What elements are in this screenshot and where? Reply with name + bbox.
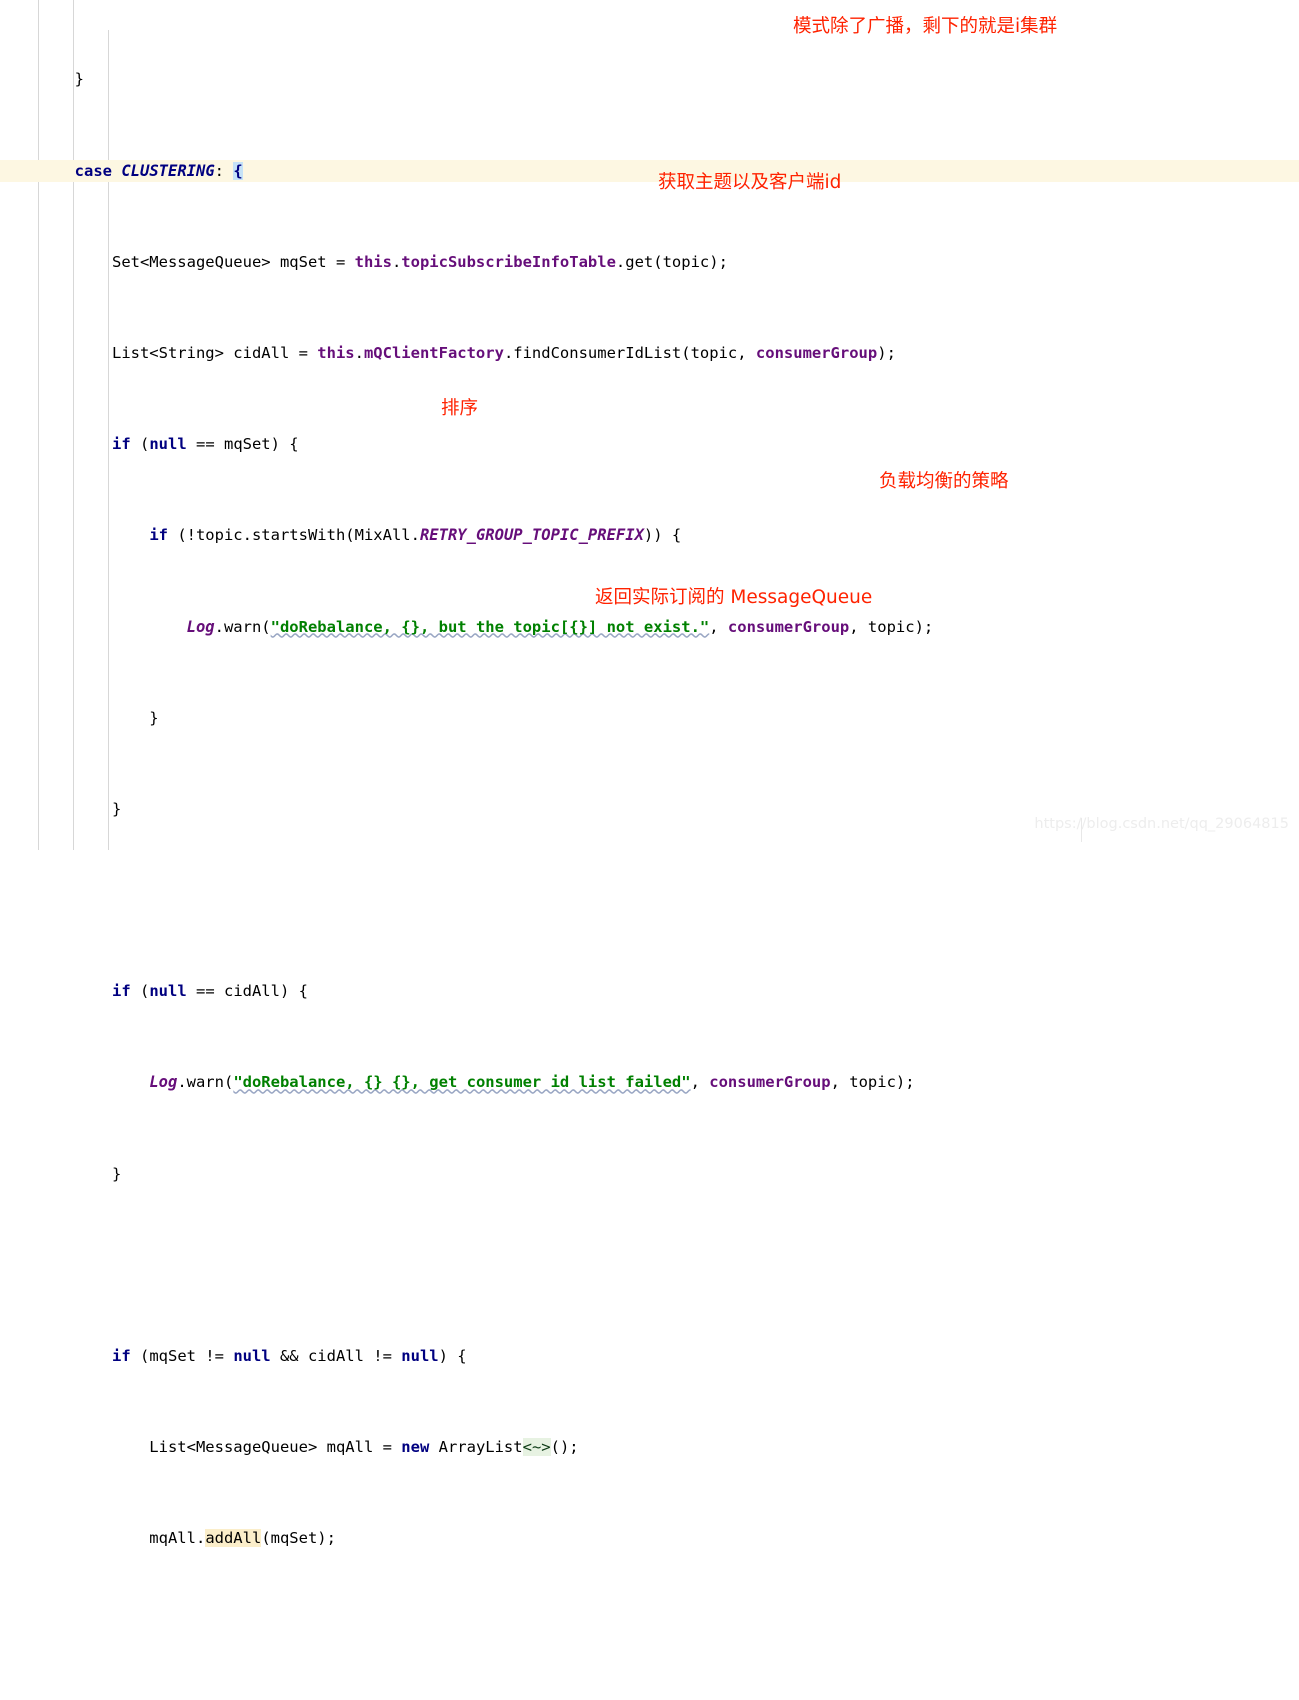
- code-line[interactable]: [0, 889, 1299, 912]
- code-line[interactable]: List<String> cidAll = this.mQClientFacto…: [0, 342, 1299, 365]
- type-inference-hint: <~>: [522, 1438, 551, 1457]
- code-line[interactable]: if (mqSet != null && cidAll != null) {: [0, 1345, 1299, 1368]
- annotation-clustering-mode: 模式除了广播，剩下的就是i集群: [793, 16, 1058, 37]
- code-line[interactable]: List<MessageQueue> mqAll = new ArrayList…: [0, 1436, 1299, 1459]
- annotation-sort: 排序: [441, 398, 479, 419]
- cursor-selection: {: [233, 161, 243, 180]
- code-line[interactable]: Set<MessageQueue> mqSet = this.topicSubs…: [0, 251, 1299, 274]
- annotation-load-balance-strategy: 负载均衡的策略: [879, 471, 1009, 492]
- code-line[interactable]: [0, 1619, 1299, 1642]
- code-content[interactable]: } case CLUSTERING: { Set<MessageQueue> m…: [0, 0, 1299, 1700]
- code-line[interactable]: if (null == mqSet) {: [0, 433, 1299, 456]
- code-line[interactable]: Log.warn("doRebalance, {} {}, get consum…: [0, 1071, 1299, 1094]
- code-line[interactable]: if (!topic.startsWith(MixAll.RETRY_GROUP…: [0, 524, 1299, 547]
- code-line[interactable]: }: [0, 68, 1299, 91]
- code-line[interactable]: Log.warn("doRebalance, {}, but the topic…: [0, 616, 1299, 639]
- code-line[interactable]: }: [0, 707, 1299, 730]
- code-line[interactable]: mqAll.addAll(mqSet);: [0, 1527, 1299, 1550]
- code-line[interactable]: }: [0, 1163, 1299, 1186]
- code-line-case-clustering[interactable]: case CLUSTERING: {: [0, 159, 1299, 183]
- code-editor[interactable]: } case CLUSTERING: { Set<MessageQueue> m…: [0, 0, 1299, 1548]
- annotation-get-topic-and-client-id: 获取主题以及客户端id: [658, 172, 842, 193]
- code-line[interactable]: if (null == cidAll) {: [0, 980, 1299, 1003]
- annotation-return-subscribed-queue: 返回实际订阅的 MessageQueue: [595, 587, 873, 608]
- code-line[interactable]: [0, 1254, 1299, 1277]
- watermark: https://blog.csdn.net/qq_29064815: [1034, 816, 1289, 832]
- highlighted-identifier: addAll: [205, 1529, 262, 1548]
